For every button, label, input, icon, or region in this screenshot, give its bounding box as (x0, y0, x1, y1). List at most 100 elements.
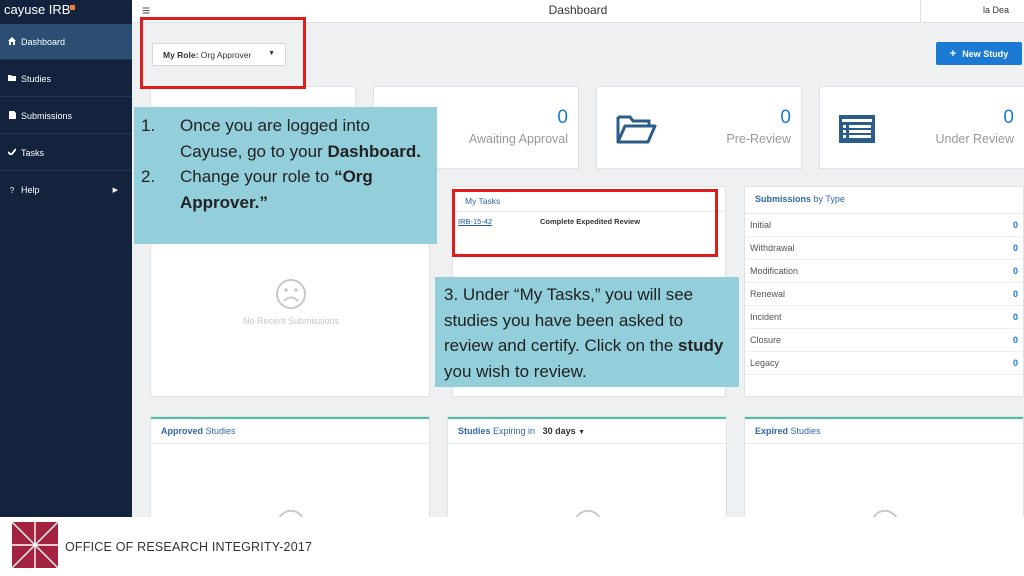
submission-type-count[interactable]: 0 (1013, 335, 1018, 345)
stat-value: 0 (1003, 107, 1014, 128)
sidebar: cayuse IRB Dashboard Studies Submissions… (0, 0, 132, 517)
title-rest: Studies (788, 426, 821, 436)
submission-type-count[interactable]: 0 (1013, 358, 1018, 368)
step-number: 2. (141, 167, 156, 186)
submission-type-label: Incident (750, 312, 782, 322)
submission-type-row[interactable]: Legacy 0 (745, 352, 1023, 375)
submission-type-row[interactable]: Incident 0 (745, 306, 1023, 329)
submission-type-label: Renewal (750, 289, 786, 299)
submission-type-row[interactable]: Closure 0 (745, 329, 1023, 352)
stat-label: Under Review (935, 132, 1014, 146)
highlight-role-select (140, 17, 306, 89)
stat-value: 0 (780, 107, 791, 128)
callout-step-2: 2. Change your role to “Org Approver.” (134, 164, 429, 215)
folder-icon (7, 74, 17, 83)
list-icon (838, 114, 876, 149)
title-rest: by Type (811, 194, 845, 204)
stat-label: Pre-Review (726, 132, 791, 146)
checkmark-icon (7, 148, 17, 157)
submission-type-row[interactable]: Initial 0 (745, 214, 1023, 237)
sad-face-icon (276, 279, 306, 309)
callout-step-1: 1. Once you are logged into Cayuse, go t… (134, 113, 429, 164)
sidebar-item-studies[interactable]: Studies (0, 61, 132, 97)
step-text-emphasis: Dashboard. (327, 141, 421, 161)
plus-icon: + (949, 47, 957, 60)
caret-down-icon: ▼ (578, 429, 586, 436)
submissions-by-type-title: Submissions by Type (745, 187, 1023, 214)
sidebar-item-dashboard[interactable]: Dashboard (0, 24, 132, 60)
university-logo-icon (12, 522, 58, 568)
sidebar-item-label: Help (21, 185, 40, 195)
user-menu[interactable]: la Dea (920, 0, 1024, 23)
submission-type-row[interactable]: Withdrawal 0 (745, 237, 1023, 260)
submission-type-label: Modification (750, 266, 799, 276)
brand-square-icon (70, 5, 76, 10)
submission-type-row[interactable]: Modification 0 (745, 260, 1023, 283)
approved-studies-panel: Approved Studies (150, 416, 430, 517)
title-bold: Studies (458, 426, 491, 436)
instruction-callout-step-3: 3. Under “My Tasks,” you will see studie… (435, 277, 739, 387)
step-text: Change your role to (180, 167, 330, 186)
open-folder-icon (615, 113, 657, 150)
submission-type-label: Legacy (750, 358, 780, 368)
submission-type-count[interactable]: 0 (1013, 220, 1018, 230)
cayuse-app-screenshot: cayuse IRB Dashboard Studies Submissions… (0, 0, 1024, 517)
submissions-by-type-list: Initial 0 Withdrawal 0 Modification 0 Renewal 0… (745, 214, 1023, 375)
empty-state: No Recent Submissions (151, 278, 431, 326)
brand-name: cayuse IRB (4, 2, 71, 17)
step-text-emphasis: study (678, 336, 724, 355)
stat-value: 0 (557, 107, 568, 128)
stat-label: Awaiting Approval (468, 132, 568, 146)
step-number: 1. (141, 116, 156, 135)
footer-text: OFFICE OF RESEARCH INTEGRITY-2017 (65, 540, 313, 554)
step-text: 3. Under “My Tasks,” you will see studie… (444, 285, 694, 355)
submission-type-row[interactable]: Renewal 0 (745, 283, 1023, 306)
question-icon: ? (9, 185, 15, 195)
submission-type-label: Closure (750, 335, 782, 345)
submission-type-count[interactable]: 0 (1013, 243, 1018, 253)
brand-logo[interactable]: cayuse IRB (0, 0, 132, 24)
submission-type-count[interactable]: 0 (1013, 289, 1018, 299)
chevron-right-icon: ▶ (112, 187, 118, 194)
slide: cayuse IRB Dashboard Studies Submissions… (0, 0, 1024, 576)
instruction-callout-steps-1-2: 1. Once you are logged into Cayuse, go t… (134, 107, 437, 244)
title-rest: Expiring in (490, 426, 536, 436)
expiring-days-value: 30 days (542, 426, 576, 436)
expired-studies-panel: Expired Studies (744, 416, 1024, 517)
title-bold: Approved (161, 426, 204, 436)
new-study-label: New Study (962, 48, 1009, 59)
slide-footer: OFFICE OF RESEARCH INTEGRITY-2017 (0, 517, 1024, 576)
user-name: la Dea (983, 5, 1010, 15)
stat-card-pre-review[interactable]: 0 Pre-Review (596, 86, 802, 169)
sidebar-item-label: Tasks (21, 147, 45, 158)
sidebar-item-label: Submissions (21, 110, 73, 121)
empty-state-text: No Recent Submissions (242, 316, 340, 326)
expiring-studies-panel: Studies Expiring in 30 days ▼ (447, 416, 727, 517)
submission-type-label: Initial (750, 220, 772, 230)
sidebar-item-submissions[interactable]: Submissions (0, 98, 132, 134)
document-icon (7, 110, 17, 121)
page-title: Dashboard (548, 3, 608, 17)
title-rest: Studies (203, 426, 236, 436)
highlight-my-tasks (452, 189, 718, 257)
sidebar-item-label: Dashboard (21, 36, 66, 47)
stat-card-under-review[interactable]: 0 Under Review (819, 86, 1024, 169)
sad-face-icon (872, 509, 898, 517)
sidebar-item-label: Studies (21, 73, 52, 84)
step-text-end: you wish to review. (444, 361, 587, 381)
sidebar-item-help[interactable]: ? Help ▶ (0, 172, 132, 208)
expiring-days-select[interactable]: 30 days ▼ (543, 426, 585, 436)
home-icon (7, 36, 17, 47)
panel-title: Approved Studies (151, 417, 429, 444)
title-bold: Submissions (755, 194, 812, 204)
sidebar-item-tasks[interactable]: Tasks (0, 135, 132, 171)
panel-title: Studies Expiring in 30 days ▼ (448, 417, 726, 444)
title-bold: Expired (755, 426, 789, 436)
panel-title: Expired Studies (745, 417, 1023, 444)
submission-type-count[interactable]: 0 (1013, 312, 1018, 322)
submission-type-label: Withdrawal (750, 243, 795, 253)
new-study-button[interactable]: + New Study (936, 42, 1022, 65)
submissions-by-type-panel: Submissions by Type Initial 0 Withdrawal 0 M… (744, 186, 1024, 397)
sad-face-icon (575, 509, 601, 517)
submission-type-count[interactable]: 0 (1013, 266, 1018, 276)
